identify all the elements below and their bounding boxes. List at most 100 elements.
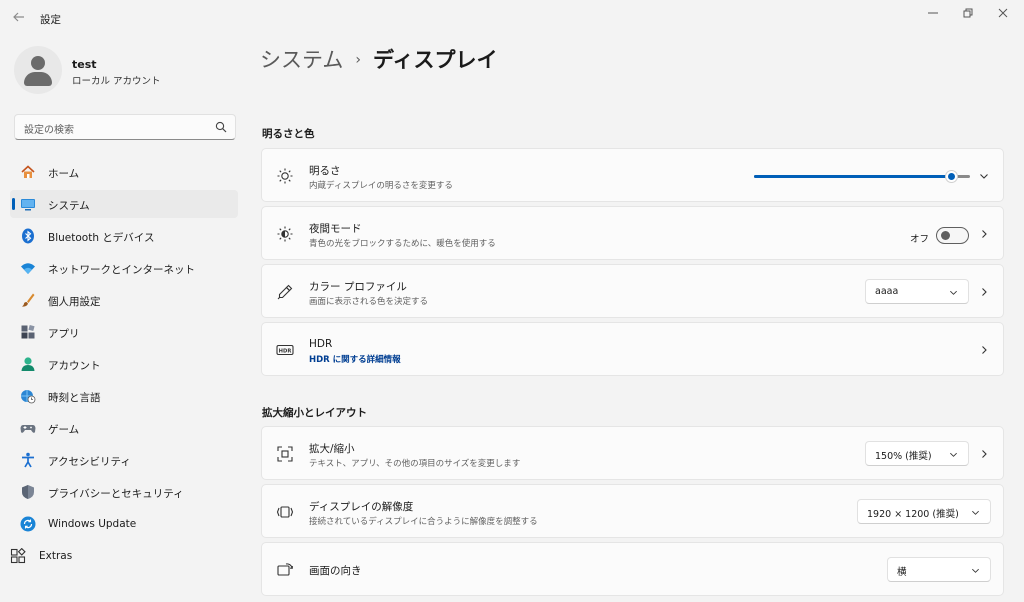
sidebar-item-accessibility[interactable]: アクセシビリティ	[10, 446, 238, 474]
sidebar-nav: ホーム システム Bluetooth とデバイス ネットワークとインターネット …	[10, 158, 238, 574]
brightness-title: 明るさ	[309, 165, 341, 177]
gamepad-icon	[20, 425, 36, 433]
color-profile-dropdown[interactable]: aaaa	[865, 279, 969, 304]
restore-icon	[963, 8, 973, 18]
breadcrumb-parent[interactable]: システム	[260, 48, 343, 72]
hdr-icon: HDR	[276, 344, 294, 356]
section-title-brightness-color: 明るさと色	[262, 128, 315, 140]
color-profile-card[interactable]: カラー プロファイル 画面に表示される色を決定する aaaa	[261, 264, 1004, 318]
sidebar-item-network[interactable]: ネットワークとインターネット	[10, 254, 238, 282]
sidebar-item-apps[interactable]: アプリ	[10, 318, 238, 346]
close-icon	[998, 8, 1008, 18]
svg-text:HDR: HDR	[279, 349, 292, 355]
account-icon	[21, 357, 35, 371]
sidebar-item-label: 時刻と言語	[48, 392, 101, 404]
minimize-button[interactable]	[918, 4, 948, 22]
resolution-dropdown[interactable]: 1920 × 1200 (推奨)	[857, 499, 991, 524]
orientation-icon	[277, 563, 293, 576]
scale-dropdown[interactable]: 150% (推奨)	[865, 441, 969, 466]
brightness-slider-thumb[interactable]	[945, 170, 958, 183]
scale-card[interactable]: 拡大/縮小 テキスト、アプリ、その他の項目のサイズを変更します 150% (推奨…	[261, 426, 1004, 480]
avatar	[14, 46, 62, 94]
sidebar-item-label: プライバシーとセキュリティ	[48, 488, 184, 500]
chevron-down-icon	[972, 568, 979, 573]
page-title: ディスプレイ	[372, 48, 498, 72]
resolution-value: 1920 × 1200 (推奨)	[867, 509, 959, 520]
close-button[interactable]	[988, 4, 1018, 22]
sidebar-item-extras[interactable]: Extras	[10, 542, 238, 570]
orientation-dropdown[interactable]: 横	[887, 557, 991, 582]
sidebar-item-label: 個人用設定	[48, 296, 101, 308]
resolution-title: ディスプレイの解像度	[309, 501, 414, 513]
section-title-scale-layout: 拡大縮小とレイアウト	[262, 407, 367, 419]
scale-subtitle: テキスト、アプリ、その他の項目のサイズを変更します	[309, 459, 521, 469]
sidebar-item-system[interactable]: システム	[10, 190, 238, 218]
chevron-down-icon	[950, 452, 957, 457]
sidebar-item-personalization[interactable]: 個人用設定	[10, 286, 238, 314]
sidebar-item-bluetooth[interactable]: Bluetooth とデバイス	[10, 222, 238, 250]
night-light-toggle[interactable]	[936, 227, 969, 244]
system-icon	[21, 199, 35, 211]
user-name: test	[72, 58, 97, 71]
chevron-right-icon[interactable]	[979, 449, 989, 459]
search-placeholder: 設定の検索	[24, 125, 74, 136]
resolution-card[interactable]: ディスプレイの解像度 接続されているディスプレイに合うように解像度を調整する 1…	[261, 484, 1004, 538]
night-light-title: 夜間モード	[309, 223, 362, 235]
app-title: 設定	[40, 14, 61, 26]
hdr-card[interactable]: HDR HDR HDR に関する詳細情報	[261, 322, 1004, 376]
sidebar-item-windows-update[interactable]: Windows Update	[10, 510, 238, 538]
sidebar-item-label: アカウント	[48, 360, 101, 372]
arrow-left-icon	[13, 12, 24, 22]
hdr-learn-more-link[interactable]: HDR に関する詳細情報	[309, 353, 401, 365]
chevron-down-icon	[972, 510, 979, 515]
wifi-icon	[21, 263, 35, 274]
breadcrumb: システム › ディスプレイ	[260, 44, 498, 74]
eyedropper-icon	[277, 284, 293, 300]
night-light-icon	[277, 226, 293, 242]
orientation-card[interactable]: 画面の向き 横	[261, 542, 1004, 596]
sidebar-item-label: ネットワークとインターネット	[48, 264, 195, 276]
sidebar-item-privacy[interactable]: プライバシーとセキュリティ	[10, 478, 238, 506]
globe-clock-icon	[21, 390, 36, 404]
search-input[interactable]: 設定の検索	[14, 114, 236, 140]
scale-icon	[277, 446, 293, 462]
sidebar-item-label: Bluetooth とデバイス	[48, 232, 155, 244]
chevron-down-icon[interactable]	[979, 171, 989, 181]
sidebar-item-label: アプリ	[48, 328, 80, 340]
brightness-card[interactable]: 明るさ 内蔵ディスプレイの明るさを変更する	[261, 148, 1004, 202]
sidebar-item-label: ゲーム	[48, 424, 80, 436]
night-light-card[interactable]: 夜間モード 青色の光をブロックするために、暖色を使用する オフ	[261, 206, 1004, 260]
back-button[interactable]	[10, 10, 28, 28]
brightness-slider-fill	[754, 175, 951, 178]
sidebar-item-label: Extras	[39, 550, 73, 562]
brightness-slider[interactable]	[754, 170, 970, 183]
title-bar: 設定	[0, 0, 1024, 36]
resolution-subtitle: 接続されているディスプレイに合うように解像度を調整する	[309, 517, 538, 527]
chevron-right-icon[interactable]	[979, 287, 989, 297]
resolution-icon	[276, 506, 294, 518]
sidebar-item-label: ホーム	[48, 168, 80, 180]
bluetooth-icon	[22, 228, 34, 244]
update-icon	[20, 516, 36, 532]
sidebar-item-accounts[interactable]: アカウント	[10, 350, 238, 378]
search-icon	[215, 121, 227, 133]
brush-icon	[22, 293, 35, 307]
color-profile-value: aaaa	[875, 286, 899, 297]
color-profile-subtitle: 画面に表示される色を決定する	[309, 297, 429, 307]
color-profile-title: カラー プロファイル	[309, 281, 407, 293]
sidebar-item-label: システム	[48, 200, 90, 212]
breadcrumb-separator: ›	[355, 52, 361, 68]
apps-icon	[21, 324, 35, 339]
minimize-icon	[928, 12, 938, 14]
scale-value: 150% (推奨)	[875, 451, 932, 462]
sidebar-item-time-language[interactable]: 時刻と言語	[10, 382, 238, 410]
chevron-right-icon[interactable]	[979, 345, 989, 355]
sidebar-item-label: アクセシビリティ	[48, 456, 131, 468]
scale-title: 拡大/縮小	[309, 443, 355, 455]
chevron-right-icon[interactable]	[979, 229, 989, 239]
maximize-button[interactable]	[953, 4, 983, 22]
orientation-title: 画面の向き	[309, 565, 362, 577]
sidebar-item-gaming[interactable]: ゲーム	[10, 414, 238, 442]
sidebar-item-home[interactable]: ホーム	[10, 158, 238, 186]
shield-icon	[22, 485, 34, 499]
